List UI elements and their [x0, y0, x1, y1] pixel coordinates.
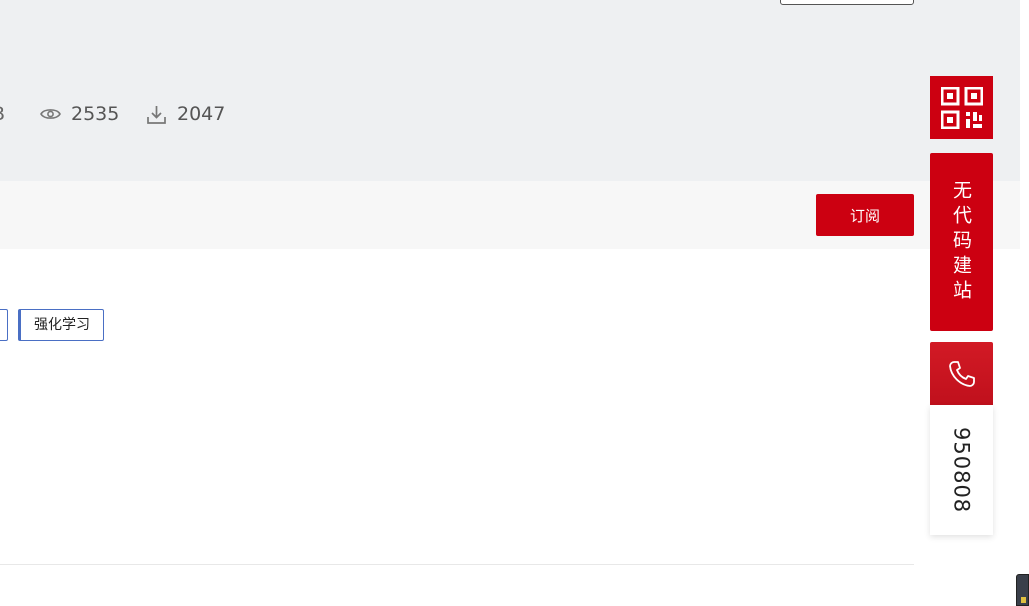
- downloads-stat: 2047: [146, 101, 225, 127]
- resource-header: [0, 0, 1020, 181]
- file-size-stat: B: [0, 102, 5, 126]
- views-stat: 2535: [40, 101, 119, 127]
- phone-number-panel: 950808: [930, 405, 993, 535]
- phone-icon: [948, 360, 975, 387]
- tag-item[interactable]: [0, 309, 8, 341]
- eye-icon: [40, 109, 61, 119]
- corner-widget[interactable]: [1016, 574, 1029, 606]
- phone-number: 950808: [949, 426, 974, 514]
- section-divider: [0, 564, 914, 565]
- nocode-builder-button[interactable]: 无代码建站: [930, 153, 993, 331]
- downloads-count: 2047: [177, 103, 226, 125]
- tag-reinforcement-learning[interactable]: 强化学习: [18, 309, 104, 341]
- qr-code-button[interactable]: [930, 76, 993, 139]
- download-icon: [147, 105, 166, 124]
- views-count: 2535: [71, 103, 120, 125]
- qr-code-icon: [940, 86, 983, 129]
- header-action-button[interactable]: [780, 0, 914, 5]
- phone-button[interactable]: [930, 342, 993, 405]
- subscribe-button[interactable]: 订阅: [816, 194, 914, 236]
- nocode-builder-label: 无代码建站: [950, 179, 972, 305]
